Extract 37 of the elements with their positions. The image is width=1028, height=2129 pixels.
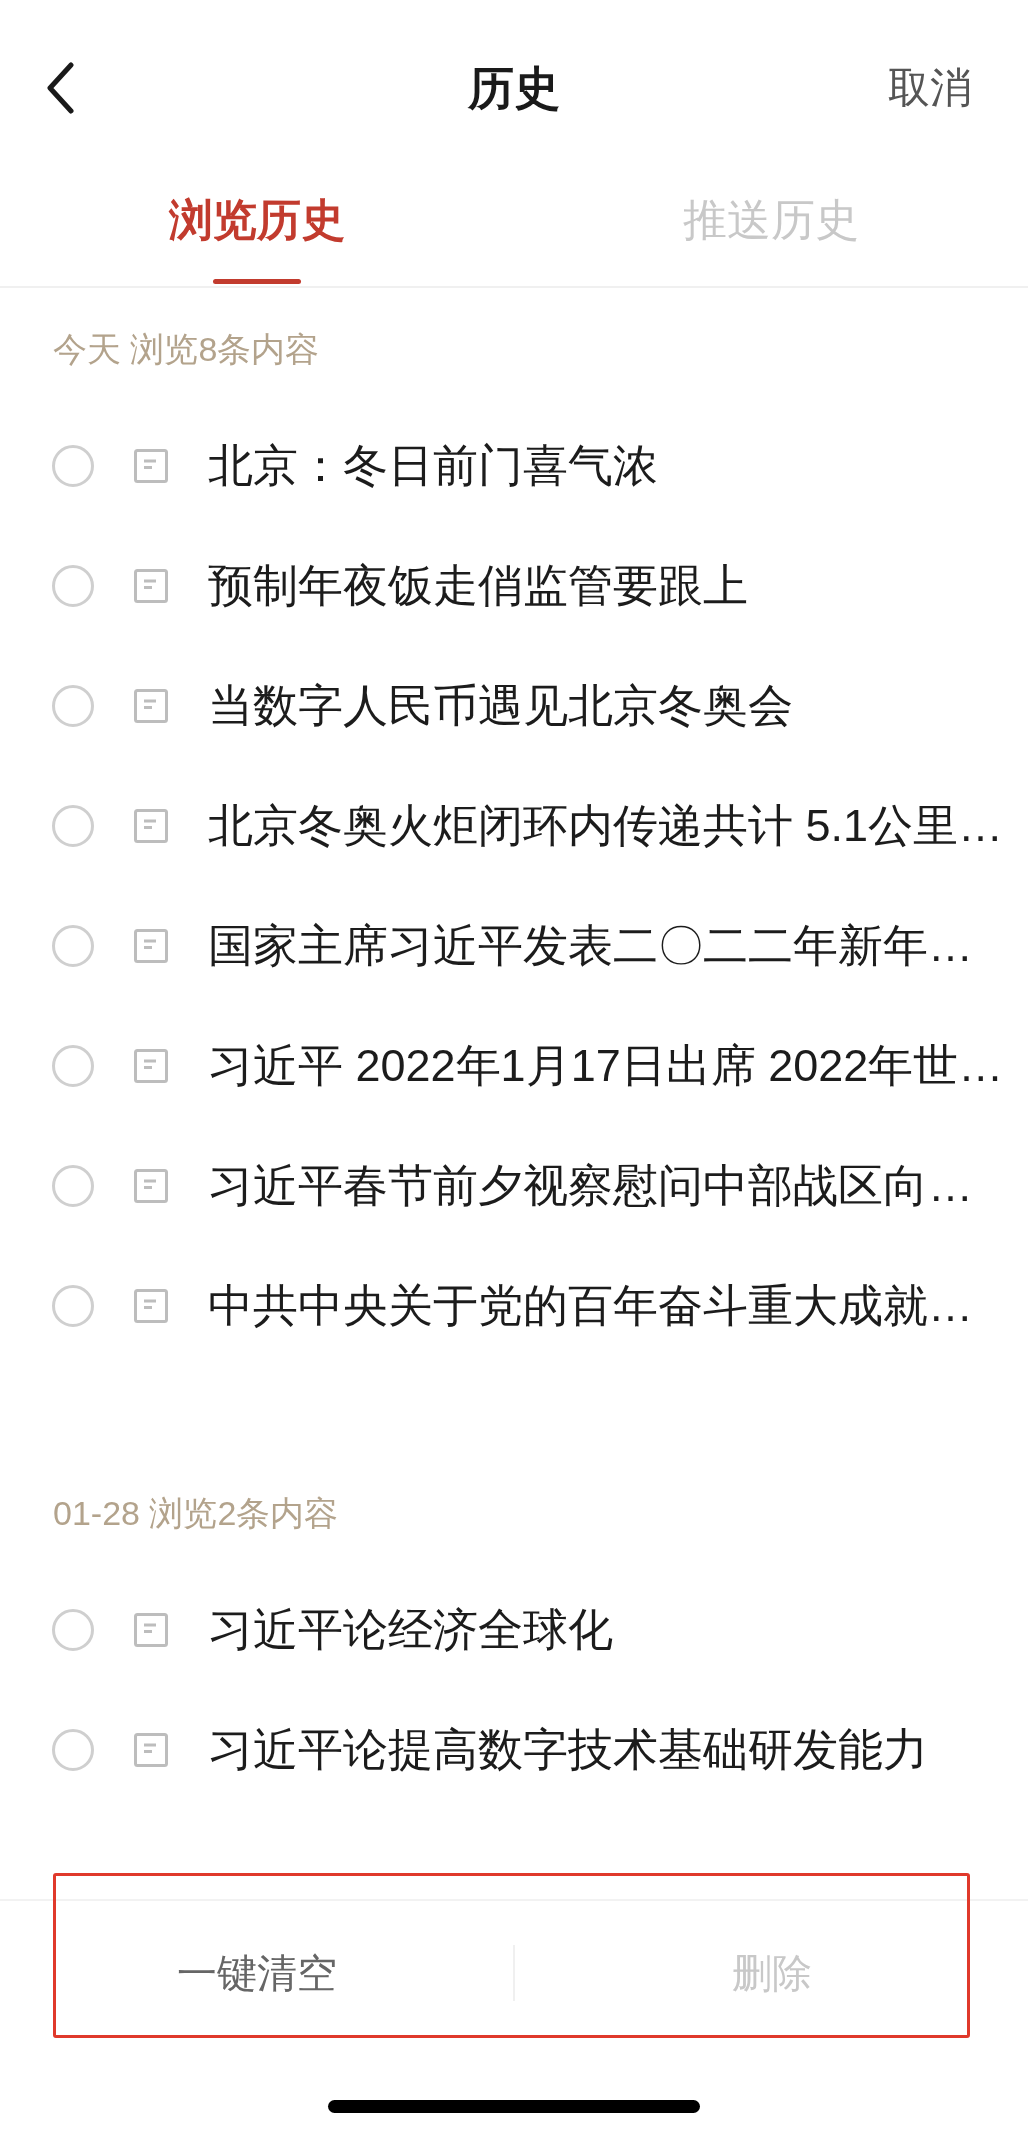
section-heading: 今天 浏览8条内容: [53, 329, 320, 370]
document-icon: [134, 929, 168, 963]
cancel-button[interactable]: 取消: [888, 62, 982, 114]
tab[interactable]: 浏览历史: [169, 194, 345, 246]
checkbox[interactable]: [52, 1729, 94, 1771]
article-title[interactable]: 当数字人民币遇见北京冬奥会: [208, 678, 793, 734]
article-title[interactable]: 北京冬奥火炬闭环内传递共计 5.1公里…: [208, 798, 1004, 854]
clear-all-button[interactable]: 一键清空: [176, 1948, 337, 1998]
checkbox[interactable]: [52, 565, 94, 607]
checkbox[interactable]: [52, 685, 94, 727]
document-icon: [134, 1049, 168, 1083]
document-icon: [134, 1733, 168, 1767]
section-heading: 01-28 浏览2条内容: [53, 1493, 339, 1534]
article-title[interactable]: 习近平论经济全球化: [208, 1602, 613, 1658]
document-icon: [134, 809, 168, 843]
checkbox[interactable]: [52, 1165, 94, 1207]
article-title[interactable]: 习近平论提高数字技术基础研发能力: [208, 1722, 928, 1778]
article-title[interactable]: 习近平春节前夕视察慰问中部战区向…: [208, 1158, 973, 1214]
article-title[interactable]: 国家主席习近平发表二〇二二年新年…: [208, 918, 973, 974]
back-button[interactable]: [46, 62, 74, 114]
checkbox[interactable]: [52, 1045, 94, 1087]
checkbox[interactable]: [52, 1285, 94, 1327]
document-icon: [134, 1613, 168, 1647]
document-icon: [134, 1289, 168, 1323]
article-title[interactable]: 预制年夜饭走俏监管要跟上: [208, 558, 748, 614]
article-title[interactable]: 北京：冬日前门喜气浓: [208, 438, 658, 494]
checkbox[interactable]: [52, 925, 94, 967]
page-title: 历史: [468, 61, 560, 116]
article-title[interactable]: 习近平 2022年1月17日出席 2022年世…: [208, 1038, 1004, 1094]
checkbox[interactable]: [52, 1609, 94, 1651]
document-icon: [134, 569, 168, 603]
document-icon: [134, 689, 168, 723]
document-icon: [134, 1169, 168, 1203]
document-icon: [134, 449, 168, 483]
article-title[interactable]: 中共中央关于党的百年奋斗重大成就…: [208, 1278, 973, 1334]
checkbox[interactable]: [52, 445, 94, 487]
checkbox[interactable]: [52, 805, 94, 847]
